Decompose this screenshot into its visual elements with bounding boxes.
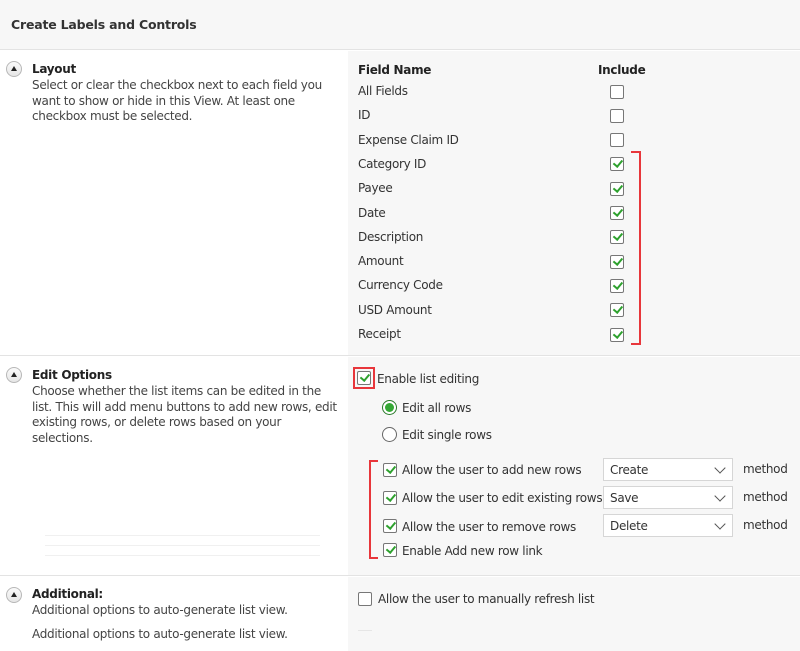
additional-section: Additional: Additional options to auto-g…	[0, 577, 800, 651]
edit-all-rows-label: Edit all rows	[402, 401, 472, 415]
allow-remove-rows-checkbox[interactable]	[383, 519, 397, 533]
include-field-checkbox[interactable]	[610, 254, 624, 269]
include-field-checkbox[interactable]	[610, 133, 624, 148]
edit-all-rows-radio[interactable]	[382, 400, 397, 415]
allow-remove-rows-label: Allow the user to remove rows	[402, 520, 576, 534]
include-field-checkbox[interactable]	[610, 230, 624, 245]
field-name: Amount	[358, 254, 404, 269]
field-name: Date	[358, 205, 386, 220]
layout-title: Layout	[32, 62, 76, 76]
method-label: method	[743, 490, 788, 504]
layout-fields-panel: Field Name Include All Fields ID Expense C…	[348, 51, 800, 355]
chevron-down-icon	[714, 462, 726, 474]
permissions-highlight	[369, 460, 378, 559]
collapse-layout-icon[interactable]	[6, 61, 22, 77]
edit-options-description: Choose whether the list items can be edi…	[32, 384, 337, 445]
manual-refresh-label: Allow the user to manually refresh list	[378, 592, 595, 606]
chevron-down-icon	[714, 518, 726, 530]
include-field-checkbox[interactable]	[610, 157, 624, 172]
included-fields-highlight	[631, 151, 641, 345]
include-field-checkbox[interactable]	[610, 206, 624, 220]
allow-add-rows-label: Allow the user to add new rows	[402, 463, 582, 477]
allow-edit-rows-checkbox[interactable]	[383, 491, 397, 505]
additional-description-repeat: Additional options to auto-generate list…	[32, 627, 288, 641]
field-name: Description	[358, 229, 424, 244]
additional-panel: Allow the user to manually refresh list	[348, 577, 800, 651]
layout-info: Layout Select or clear the checkbox next…	[0, 51, 348, 355]
page-header: Create Labels and Controls	[0, 0, 800, 50]
method-label: method	[743, 462, 788, 476]
edit-single-rows-label: Edit single rows	[402, 428, 492, 442]
additional-description: Additional options to auto-generate list…	[32, 603, 288, 617]
additional-title: Additional:	[32, 587, 103, 601]
edit-rows-method-select[interactable]: Save	[603, 486, 733, 509]
method-label: method	[743, 518, 788, 532]
enable-list-editing-checkbox[interactable]	[357, 371, 371, 385]
include-field-checkbox[interactable]	[610, 181, 624, 196]
field-name: Payee	[358, 181, 393, 196]
enable-list-editing-label: Enable list editing	[377, 372, 480, 386]
divider	[358, 630, 372, 631]
chevron-down-icon	[714, 490, 726, 502]
field-name: USD Amount	[358, 302, 432, 317]
collapse-additional-icon[interactable]	[6, 587, 22, 603]
layout-description: Select or clear the checkbox next to eac…	[32, 78, 322, 123]
include-field-checkbox[interactable]	[610, 303, 624, 318]
enable-add-row-link-label: Enable Add new row link	[402, 544, 543, 558]
remove-rows-method-value: Delete	[610, 519, 648, 533]
edit-options-section: Edit Options Choose whether the list ite…	[0, 357, 800, 576]
enable-add-row-link-checkbox[interactable]	[383, 543, 397, 557]
additional-info: Additional: Additional options to auto-g…	[0, 577, 348, 651]
field-name: All Fields	[358, 84, 408, 98]
edit-options-info: Edit Options Choose whether the list ite…	[0, 357, 348, 575]
include-header: Include	[598, 63, 646, 77]
include-field-checkbox[interactable]	[610, 278, 624, 293]
edit-options-title: Edit Options	[32, 368, 112, 382]
divider	[45, 555, 320, 556]
manual-refresh-checkbox[interactable]	[358, 592, 372, 606]
add-rows-method-value: Create	[610, 463, 649, 477]
field-name: Category ID	[358, 156, 427, 171]
collapse-edit-options-icon[interactable]	[6, 367, 22, 383]
field-name: Expense Claim ID	[358, 132, 459, 147]
layout-section: Layout Select or clear the checkbox next…	[0, 51, 800, 356]
allow-add-rows-checkbox[interactable]	[383, 463, 397, 477]
field-name: Receipt	[358, 327, 401, 341]
field-name: Currency Code	[358, 278, 443, 293]
allow-edit-rows-label: Allow the user to edit existing rows	[402, 491, 603, 505]
divider	[45, 545, 320, 546]
include-field-checkbox[interactable]	[610, 108, 624, 123]
page-title: Create Labels and Controls	[11, 17, 197, 32]
field-name-header: Field Name	[358, 63, 432, 77]
include-field-checkbox[interactable]	[610, 327, 624, 342]
edit-single-rows-radio[interactable]	[382, 427, 397, 442]
add-rows-method-select[interactable]: Create	[603, 458, 733, 481]
include-field-checkbox[interactable]	[610, 84, 624, 99]
field-name: ID	[358, 108, 371, 123]
remove-rows-method-select[interactable]: Delete	[603, 514, 733, 537]
divider	[45, 535, 320, 536]
edit-options-panel: Enable list editing Edit all rows Edit s…	[348, 357, 800, 575]
edit-rows-method-value: Save	[610, 491, 639, 505]
